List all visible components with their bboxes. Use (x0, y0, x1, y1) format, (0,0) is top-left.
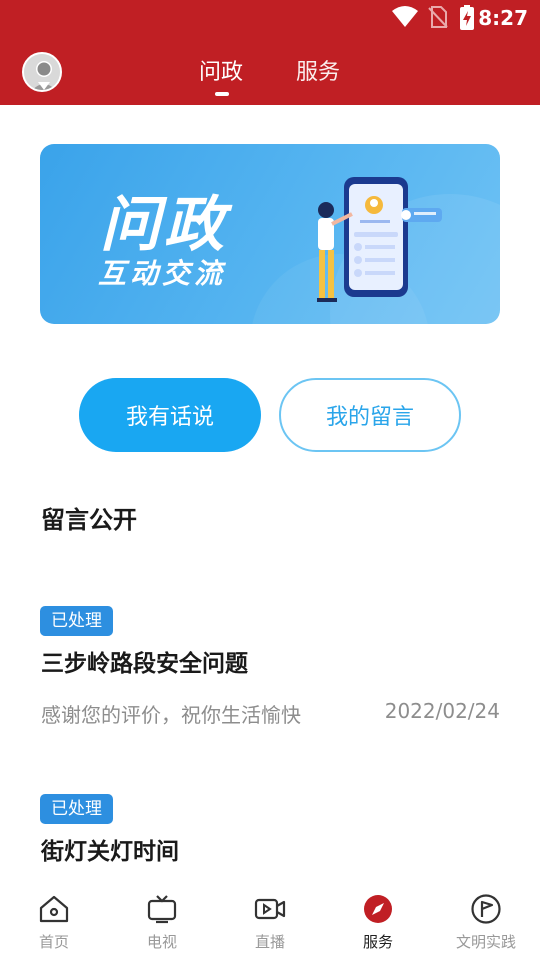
tv-icon (147, 895, 177, 924)
app-header: 8:27 问政 服务 (0, 0, 540, 105)
nav-item-service[interactable]: 服务 (324, 885, 432, 960)
message-title[interactable]: 三步岭路段安全问题 (41, 644, 248, 678)
my-messages-button[interactable]: 我的留言 (279, 378, 461, 452)
nav-label: 文明实践 (455, 933, 516, 951)
video-camera-icon (254, 898, 286, 920)
section-title: 留言公开 (41, 506, 137, 534)
nav-label: 服务 (362, 933, 393, 951)
wifi-icon (392, 6, 418, 32)
header-tabs: 问政 服务 (0, 52, 540, 102)
phone-person-illustration (302, 172, 482, 311)
nav-item-tv[interactable]: 电视 (108, 885, 216, 960)
flag-icon (471, 894, 501, 924)
compass-icon (364, 895, 392, 923)
nav-label: 首页 (38, 933, 69, 951)
message-date: 2022/02/24 (384, 699, 500, 723)
nav-item-live[interactable]: 直播 (216, 885, 324, 960)
banner[interactable]: 问政 互动交流 (40, 144, 500, 324)
message-reply: 感谢您的评价，祝你生活愉快 (41, 703, 301, 727)
status-bar: 8:27 (0, 0, 540, 36)
status-badge: 已处理 (40, 794, 113, 824)
nav-label: 直播 (254, 933, 285, 951)
tab-fuwu[interactable]: 服务 (296, 54, 340, 86)
message-title[interactable]: 街灯关灯时间 (41, 832, 179, 866)
nav-item-home[interactable]: 首页 (0, 885, 108, 960)
battery-charging-icon (459, 5, 475, 35)
bottom-nav: 首页 电视 直播 服务 文明实践 (0, 885, 540, 960)
banner-title: 问政 (100, 190, 228, 260)
speak-up-button[interactable]: 我有话说 (79, 378, 261, 452)
no-sim-icon (428, 6, 448, 32)
nav-item-civilization[interactable]: 文明实践 (432, 885, 540, 960)
home-icon (39, 895, 69, 923)
status-badge: 已处理 (40, 606, 113, 636)
nav-label: 电视 (146, 933, 177, 951)
banner-subtitle: 互动交流 (98, 257, 227, 290)
tab-wenzheng[interactable]: 问政 (199, 54, 243, 86)
active-tab-indicator (215, 92, 229, 96)
status-time: 8:27 (478, 6, 528, 30)
